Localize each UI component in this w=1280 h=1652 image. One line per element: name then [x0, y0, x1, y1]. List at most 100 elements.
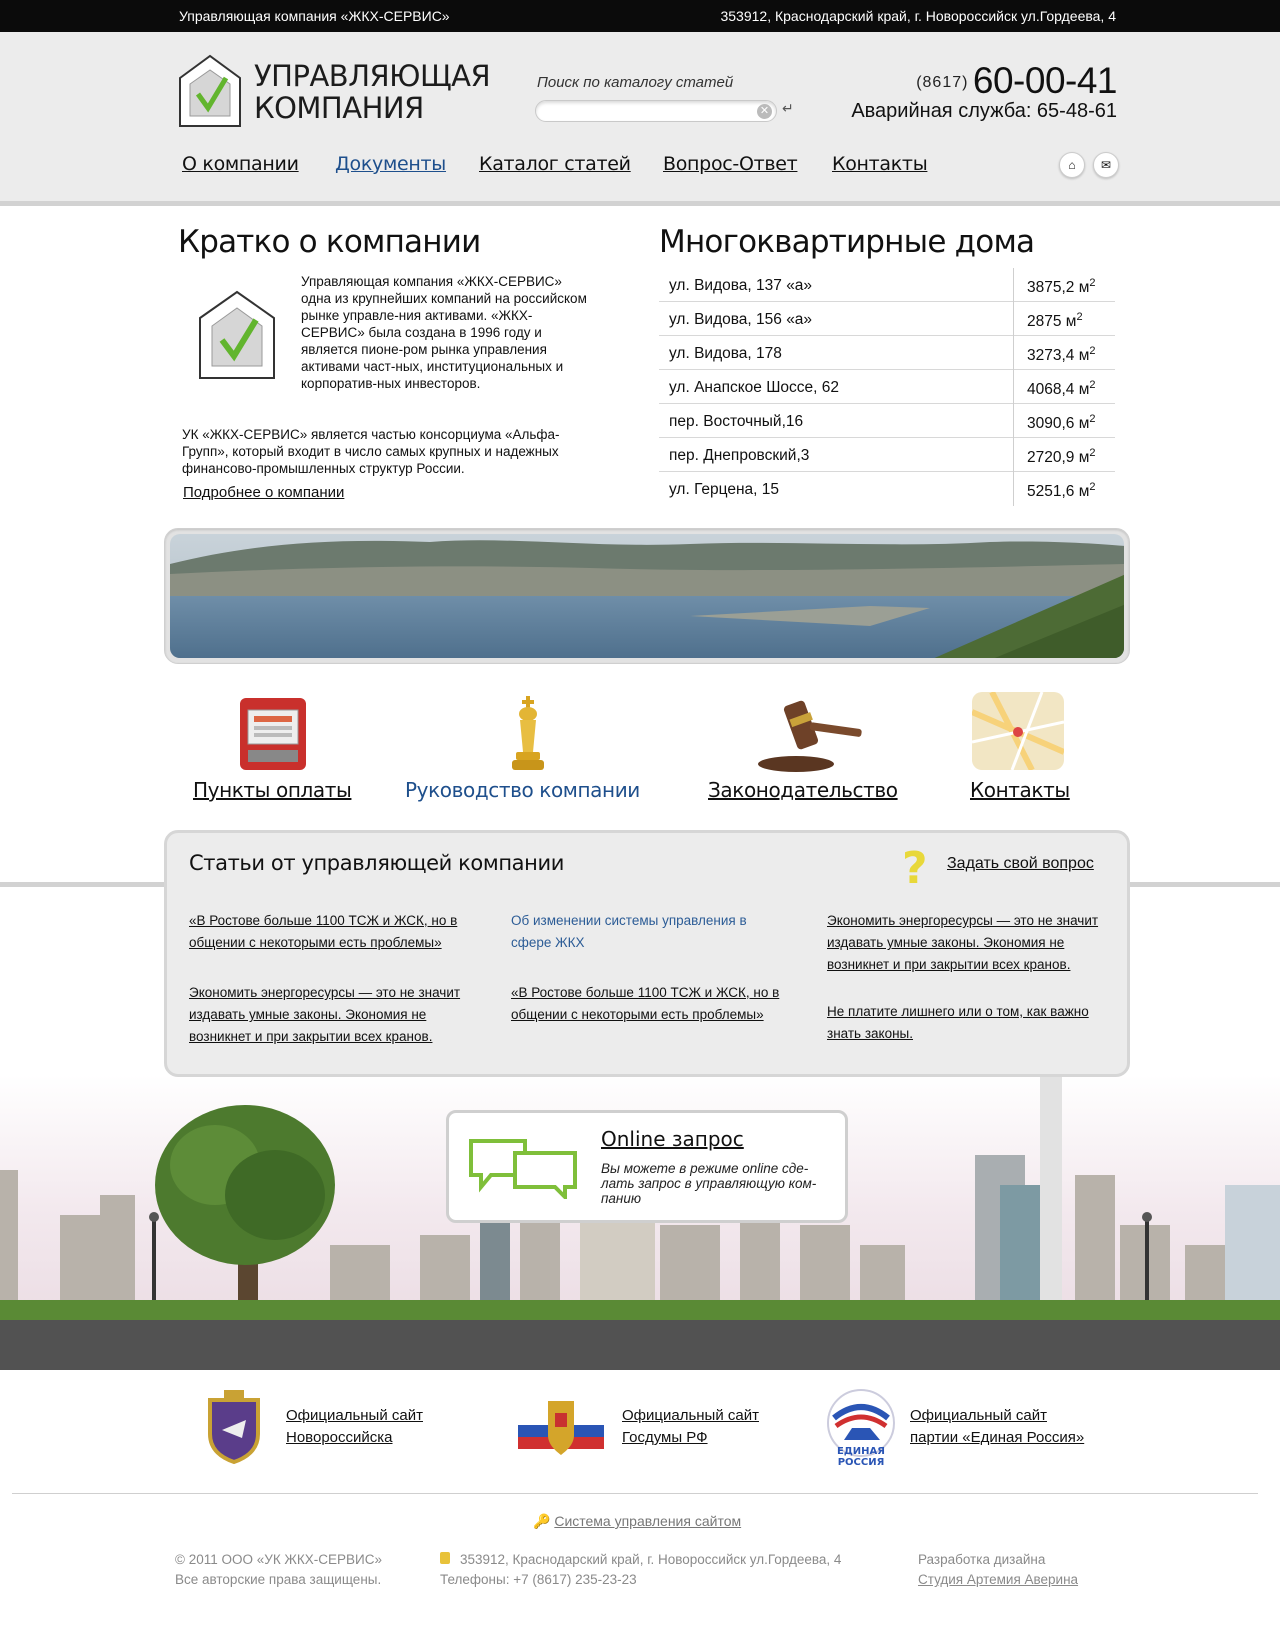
article-link[interactable]: Экономить энергоресурсы — это не значит …	[827, 913, 1098, 972]
footer-address-line: 353912, Краснодарский край, г. Новоросси…	[460, 1552, 842, 1567]
ask-question-link[interactable]: Задать свой вопрос	[947, 855, 1094, 873]
developer-link[interactable]: Студия Артемия Аверина	[918, 1572, 1078, 1587]
logo-text: УПРАВЛЯЮЩАЯ КОМПАНИЯ	[254, 60, 491, 125]
house-area: 5251,6 м2	[1027, 481, 1096, 501]
logo-line-2: КОМПАНИЯ	[254, 91, 424, 125]
top-bar: Управляющая компания «ЖКХ-СЕРВИС» 353912…	[0, 0, 1280, 32]
russia-coat-of-arms-icon[interactable]	[518, 1395, 604, 1459]
chess-king-icon[interactable]	[508, 694, 548, 774]
house-area-value: 5251,6	[1027, 483, 1075, 501]
house-area-unit-sup: 2	[1076, 311, 1083, 323]
location-pin-icon	[440, 1552, 450, 1564]
cms-link[interactable]: Система управления сайтом	[554, 1513, 741, 1529]
house-area: 3875,2 м2	[1027, 277, 1096, 297]
mail-icon[interactable]: ✉	[1093, 152, 1119, 178]
phone-number: 60-00-41	[972, 60, 1118, 101]
house-check-icon	[199, 290, 275, 379]
phone-block: (8617) 60-00-41 Аварийная служба: 65-48-…	[851, 60, 1117, 123]
emblem-text-1: ЕДИНАЯ	[837, 1446, 885, 1457]
house-check-icon	[179, 54, 241, 127]
house-row: пер. Днепровский,3 2720,9 м2	[659, 438, 1115, 472]
emergency-phone: Аварийная служба: 65-48-61	[851, 100, 1117, 122]
house-area-unit-sup: 2	[1089, 379, 1096, 391]
top-company-name: Управляющая компания «ЖКХ-СЕРВИС»	[179, 8, 450, 24]
article-item: Не платите лишнего или о том, как важно …	[827, 1001, 1109, 1045]
house-row: ул. Анапское Шоссе, 62 4068,4 м2	[659, 370, 1115, 404]
article-link[interactable]: Не платите лишнего или о том, как важно …	[827, 1004, 1089, 1041]
house-address: пер. Восточный,16	[669, 413, 804, 430]
map-icon[interactable]	[972, 692, 1064, 770]
house-area-unit-sup: 2	[1089, 345, 1096, 357]
clear-icon[interactable]: ✕	[757, 104, 772, 119]
article-item: «В Ростове больше 1100 ТСЖ и ЖСК, но в о…	[189, 910, 474, 954]
cms-block: 🔑 Система управления сайтом	[533, 1513, 741, 1530]
site-logo[interactable]: УПРАВЛЯЮЩАЯ КОМПАНИЯ	[178, 54, 498, 132]
house-area-value: 3875,2	[1027, 279, 1075, 297]
footer-copyright: © 2011 ООО «УК ЖКХ-СЕРВИС» Все авторские…	[175, 1550, 382, 1590]
about-paragraph-1: Управляющая компания «ЖКХ-СЕРВИС» одна и…	[301, 274, 587, 391]
copyright-line-1: © 2011 ООО «УК ЖКХ-СЕРВИС»	[175, 1552, 382, 1567]
nav-catalog[interactable]: Каталог статей	[479, 153, 631, 175]
house-row: ул. Герцена, 15 5251,6 м2	[659, 472, 1115, 506]
house-area-value: 4068,4	[1027, 381, 1075, 399]
nav-contacts[interactable]: Контакты	[832, 153, 928, 175]
nav-documents[interactable]: Документы	[335, 153, 446, 175]
link-legislation[interactable]: Законодательство	[708, 778, 898, 802]
chat-bubbles-icon	[469, 1139, 577, 1199]
article-item: «В Ростове больше 1100 ТСЖ и ЖСК, но в о…	[511, 982, 796, 1026]
gavel-icon[interactable]	[756, 698, 862, 774]
house-area-unit: м	[1078, 279, 1090, 297]
house-area: 2875 м2	[1027, 311, 1083, 331]
question-icon: ?	[902, 843, 928, 894]
article-link[interactable]: «В Ростове больше 1100 ТСЖ и ЖСК, но в о…	[511, 985, 779, 1022]
partner-link-duma[interactable]: Официальный сайт Госдумы РФ	[622, 1405, 759, 1449]
house-area-unit-sup: 2	[1089, 481, 1096, 493]
home-icon[interactable]: ⌂	[1059, 152, 1085, 178]
house-address: ул. Видова, 156 «а»	[669, 311, 813, 328]
united-russia-emblem-icon[interactable]: ЕДИНАЯ РОССИЯ	[826, 1388, 896, 1470]
house-area-value: 3273,4	[1027, 347, 1075, 365]
link-management[interactable]: Руководство компании	[405, 778, 640, 802]
house-area: 2720,9 м2	[1027, 447, 1096, 467]
search-input[interactable]: ✕	[535, 100, 777, 122]
nav-faq[interactable]: Вопрос-Ответ	[663, 153, 798, 175]
house-address: ул. Видова, 178	[669, 345, 782, 362]
footer-phone-line: Телефоны: +7 (8617) 235-23-23	[440, 1572, 637, 1587]
houses-table: ул. Видова, 137 «а» 3875,2 м2 ул. Видова, …	[659, 268, 1115, 506]
article-link[interactable]: Экономить энергоресурсы — это не значит …	[189, 985, 460, 1044]
partner-link-novorossiysk[interactable]: Официальный сайт Новороссийска	[286, 1405, 423, 1449]
link-contacts[interactable]: Контакты	[970, 778, 1070, 802]
house-area-unit-sup: 2	[1089, 277, 1096, 289]
online-request-box[interactable]: Online запрос Вы можете в режиме online …	[446, 1110, 848, 1223]
articles-title: Статьи от управляющей компании	[189, 851, 564, 875]
search-label: Поиск по каталогу статей	[537, 74, 734, 91]
novorossiysk-emblem-icon[interactable]	[202, 1390, 266, 1465]
houses-title: Многоквартирные дома	[659, 224, 1035, 260]
house-area-unit: м	[1065, 313, 1077, 331]
house-address: ул. Видова, 137 «а»	[669, 277, 813, 294]
article-link[interactable]: Об изменении системы управления в сфере …	[511, 913, 747, 950]
partner-line-2: Новороссийска	[286, 1429, 393, 1446]
partner-line-1: Официальный сайт	[910, 1407, 1047, 1424]
link-payment-points[interactable]: Пункты оплаты	[193, 778, 352, 802]
developer-label: Разработка дизайна	[918, 1552, 1046, 1567]
house-area: 4068,4 м2	[1027, 379, 1096, 399]
house-area-unit-sup: 2	[1089, 447, 1096, 459]
partner-line-1: Официальный сайт	[622, 1407, 759, 1424]
house-address: пер. Днепровский,3	[669, 447, 810, 464]
online-request-title[interactable]: Online запрос	[601, 1127, 744, 1151]
about-title: Кратко о компании	[178, 224, 481, 260]
key-icon: 🔑	[533, 1513, 551, 1529]
top-address: 353912, Краснодарский край, г. Новоросси…	[720, 8, 1116, 24]
about-more-link[interactable]: Подробнее о компании	[183, 484, 344, 501]
nav-about[interactable]: О компании	[182, 153, 299, 175]
enter-icon[interactable]: ↵	[782, 100, 794, 117]
articles-panel: Статьи от управляющей компании ? Задать …	[164, 830, 1130, 1077]
article-link[interactable]: «В Ростове больше 1100 ТСЖ и ЖСК, но в о…	[189, 913, 457, 950]
payment-terminal-icon[interactable]	[236, 696, 310, 772]
partner-line-1: Официальный сайт	[286, 1407, 423, 1424]
panorama-frame	[164, 528, 1130, 664]
partner-line-2: Госдумы РФ	[622, 1429, 708, 1446]
partner-link-united-russia[interactable]: Официальный сайт партии «Единая Россия»	[910, 1405, 1084, 1449]
house-area-unit: м	[1078, 449, 1090, 467]
